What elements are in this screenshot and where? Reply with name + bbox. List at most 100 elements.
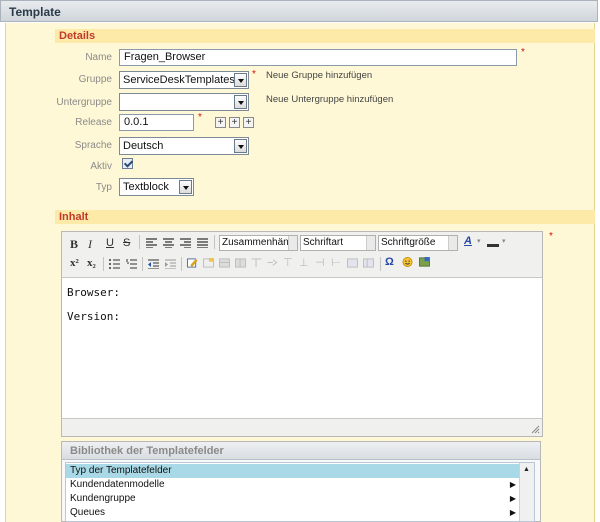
image-icon[interactable] (419, 257, 430, 267)
list-item-label: Kundendatenmodelle (70, 479, 165, 490)
toolbar-separator (103, 257, 104, 271)
list-item[interactable]: Kundendatenmodelle ▶ (66, 478, 520, 492)
superscript-button[interactable]: x² (70, 257, 79, 269)
numbered-list-icon[interactable] (126, 259, 137, 269)
release-field[interactable]: 0.0.1 (119, 114, 194, 131)
chevron-down-icon[interactable]: ▾ (477, 237, 481, 245)
editor-statusbar (62, 418, 542, 436)
outdent-icon[interactable] (148, 259, 159, 269)
library-title: Bibliothek der Templatefelder (62, 442, 540, 460)
untergruppe-label: Untergruppe (56, 97, 112, 108)
align-center-icon[interactable] (163, 238, 174, 248)
special-char-button[interactable]: Ω (385, 256, 394, 268)
toolbar-separator (214, 235, 215, 249)
background-color-icon[interactable] (487, 244, 499, 247)
font-size-select[interactable]: Schriftgröße (378, 235, 458, 251)
editor-content[interactable]: Browser: Version: (67, 286, 120, 323)
indent-icon[interactable] (165, 259, 176, 269)
bullet-list-icon[interactable] (109, 259, 120, 269)
align-right-icon[interactable] (180, 238, 191, 248)
typ-select[interactable]: Textblock (119, 178, 194, 196)
template-fields-library: Bibliothek der Templatefelder Typ der Te… (61, 441, 541, 522)
toolbar-separator (142, 257, 143, 271)
underline-button[interactable]: U (106, 237, 114, 249)
typ-value: Textblock (123, 181, 169, 193)
chevron-down-icon[interactable]: ▾ (502, 237, 506, 245)
list-item[interactable]: Kundengruppe ▶ (66, 492, 520, 506)
toolbar-separator (139, 235, 140, 249)
chevron-right-icon: ▶ (509, 480, 516, 489)
list-item[interactable]: Typ der Templatefelder (66, 464, 520, 478)
chevron-down-icon (288, 236, 297, 250)
release-required-mark: * (198, 112, 202, 123)
chevron-down-icon (234, 73, 247, 87)
insert-table-icon[interactable] (203, 258, 214, 268)
content-line: Version: (67, 310, 120, 323)
inhalt-heading: Inhalt (55, 210, 595, 224)
toolbar-separator (380, 257, 381, 271)
format-select[interactable]: Zusammenhäng (219, 235, 298, 251)
gruppe-label: Gruppe (78, 74, 112, 85)
edit-source-icon[interactable] (187, 258, 198, 268)
name-field[interactable]: Fragen_Browser (119, 49, 517, 66)
sprache-value: Deutsch (123, 140, 164, 152)
subscript-button[interactable]: x₂ (87, 257, 96, 269)
list-item-label: Kundengruppe (70, 493, 136, 504)
smiley-icon[interactable] (402, 257, 413, 267)
table-props-icon[interactable] (347, 258, 358, 268)
release-minor-plus-button[interactable]: + (229, 117, 240, 128)
text-color-button[interactable]: A (464, 235, 472, 247)
details-heading: Details (55, 29, 595, 43)
sprache-select[interactable]: Deutsch (119, 137, 249, 155)
list-item-label: Queues (70, 507, 106, 518)
delete-row-icon[interactable]: ⊣ (315, 256, 325, 269)
list-item[interactable]: Queues ▶ (66, 506, 520, 520)
align-justify-icon[interactable] (197, 238, 208, 248)
list-item-label: Typ der Templatefelder (70, 465, 172, 476)
bold-button[interactable]: B (70, 237, 78, 252)
split-cells-icon[interactable]: ⊥ (299, 256, 309, 269)
chevron-right-icon: ▶ (509, 494, 516, 503)
chevron-down-icon (366, 236, 375, 250)
font-value: Schriftart (303, 237, 344, 248)
chevron-down-icon (234, 95, 247, 109)
strikethrough-button[interactable]: S (123, 237, 130, 249)
rich-text-editor: B I U S Zusammenhäng Schriftart Schriftg… (61, 231, 543, 437)
name-required-mark: * (521, 47, 525, 58)
merge-cells-icon[interactable]: ⊤ (283, 256, 293, 269)
content-line: Browser: (67, 286, 120, 299)
toolbar-separator (181, 257, 182, 271)
resize-handle-icon[interactable] (530, 424, 540, 434)
font-select[interactable]: Schriftart (300, 235, 376, 251)
gruppe-value: ServiceDeskTemplates (123, 74, 235, 86)
library-list: Typ der Templatefelder Kundendatenmodell… (65, 462, 535, 522)
chevron-down-icon (234, 139, 247, 153)
name-label: Name (85, 52, 112, 63)
align-left-icon[interactable] (146, 238, 157, 248)
scroll-up-icon[interactable]: ▲ (523, 466, 530, 473)
insert-column-icon[interactable] (251, 258, 262, 268)
aktiv-checkbox[interactable] (122, 158, 133, 169)
table-column-icon[interactable] (235, 258, 246, 268)
add-gruppe-link[interactable]: Neue Gruppe hinzufügen (266, 70, 372, 81)
aktiv-label: Aktiv (90, 161, 112, 172)
untergruppe-select[interactable] (119, 93, 249, 111)
format-value: Zusammenhäng (222, 237, 295, 248)
chevron-down-icon (179, 180, 192, 194)
release-major-plus-button[interactable]: + (215, 117, 226, 128)
add-untergruppe-link[interactable]: Neue Untergruppe hinzufügen (266, 94, 393, 105)
release-label: Release (75, 117, 112, 128)
inhalt-required-mark: * (549, 231, 553, 242)
editor-toolbar: B I U S Zusammenhäng Schriftart Schriftg… (62, 232, 542, 278)
table-row-icon[interactable] (219, 258, 230, 268)
gruppe-required-mark: * (252, 69, 256, 80)
cell-props-icon[interactable] (363, 258, 374, 268)
release-patch-plus-button[interactable]: + (243, 117, 254, 128)
italic-button[interactable]: I (88, 237, 92, 252)
delete-column-icon[interactable]: ⊢ (331, 256, 341, 269)
chevron-right-icon: ▶ (509, 508, 516, 517)
insert-row-icon[interactable] (267, 258, 278, 268)
gruppe-select[interactable]: ServiceDeskTemplates (119, 71, 249, 89)
list-scrollbar[interactable]: ▲ (519, 463, 534, 521)
window-title: Template (0, 0, 598, 22)
